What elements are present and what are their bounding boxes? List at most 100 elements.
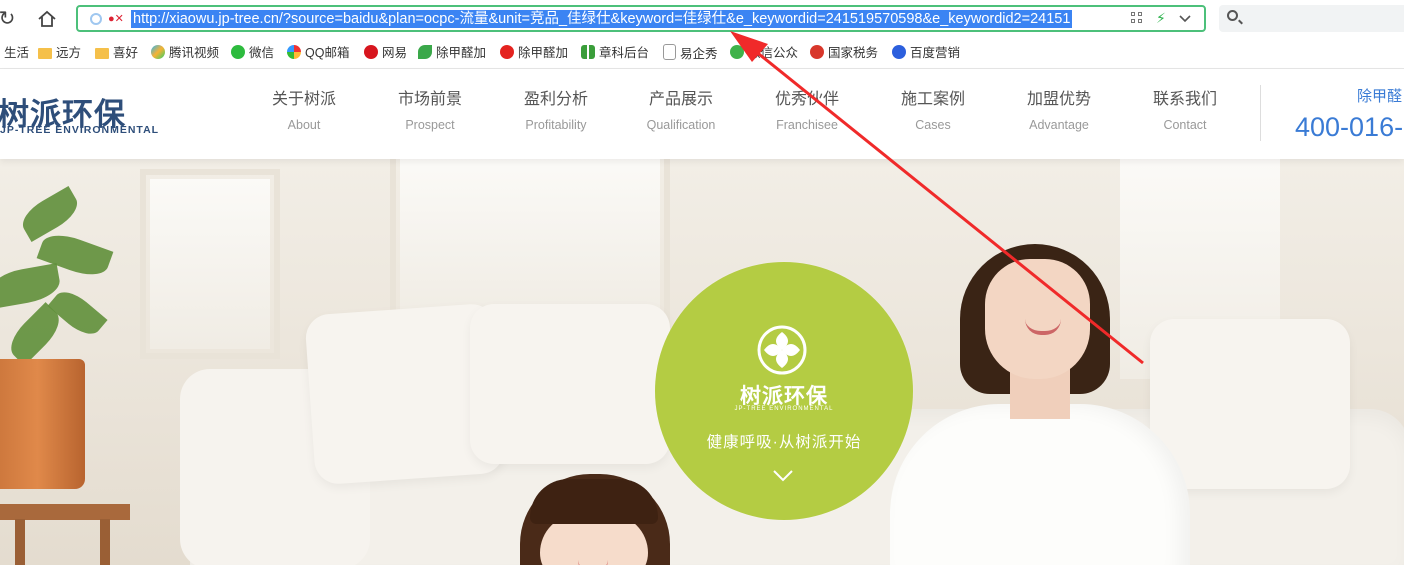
bookmark-item[interactable]: 微信 [231, 44, 274, 62]
plant-leaf [16, 186, 84, 242]
site-logo-subtitle: JP-TREE ENVIRONMENTAL [0, 124, 160, 136]
nav-advantage[interactable]: 加盟优势 Advantage [996, 89, 1122, 132]
nav-about[interactable]: 关于树派 About [241, 89, 367, 132]
site-header: 树派环保 JP-TREE ENVIRONMENTAL 关于树派 About 市场… [0, 69, 1404, 159]
bookmark-label: 网易 [382, 46, 408, 60]
brand-badge[interactable]: 树派环保 JP-TREE ENVIRONMENTAL 健康呼吸·从树派开始 [655, 262, 913, 520]
bookmark-label: 章科后台 [599, 46, 650, 60]
nav-label-cn: 加盟优势 [1026, 91, 1091, 108]
bookmark-item[interactable]: 生活 [4, 44, 29, 62]
wechat-icon [231, 45, 245, 59]
browser-toolbar: ↻ ●✕ http://xiaowu.jp-tree.cn/?source=ba… [0, 0, 1404, 38]
bookmark-item[interactable]: 国家税务 [810, 44, 878, 62]
bookmark-label: 除甲醛加 [436, 46, 487, 60]
nav-label-cn: 施工案例 [900, 91, 965, 108]
nav-profitability[interactable]: 盈利分析 Profitability [493, 89, 619, 132]
contact-label: 除甲醛 [1357, 88, 1403, 105]
security-icon[interactable] [90, 13, 102, 25]
bookmark-item[interactable]: 网易 [364, 44, 407, 62]
plant-pot [0, 359, 85, 489]
search-icon[interactable] [1227, 10, 1238, 21]
search-box[interactable] [1219, 5, 1404, 32]
nav-label-en: Advantage [1029, 118, 1089, 132]
folder-icon [95, 48, 109, 59]
nav-label-cn: 联系我们 [1152, 91, 1217, 108]
bookmark-item[interactable]: QQ邮箱 [287, 44, 349, 62]
bookmark-label: 远方 [56, 46, 82, 60]
qq-mail-icon [287, 45, 301, 59]
nav-label-cn: 产品展示 [648, 91, 713, 108]
bookmark-label: 微信公众 [748, 46, 799, 60]
page-icon [663, 44, 676, 60]
bookmark-label: 生活 [4, 46, 30, 60]
leaf-icon [418, 45, 432, 59]
nav-label-en: Qualification [646, 118, 716, 132]
c-logo-icon [500, 45, 514, 59]
bookmark-item[interactable]: 喜好 [95, 44, 138, 62]
side-table-leg [15, 519, 25, 565]
bookmark-label: 腾讯视频 [169, 46, 220, 60]
nav-label-cn: 盈利分析 [523, 91, 588, 108]
bookmark-label: 除甲醛加 [518, 46, 569, 60]
bookmark-label: 国家税务 [828, 46, 879, 60]
url-text[interactable]: http://xiaowu.jp-tree.cn/?source=baidu&p… [131, 10, 1073, 28]
bookmark-item[interactable]: 除甲醛加 [418, 44, 486, 62]
baidu-icon [892, 45, 906, 59]
girl-smile [578, 559, 608, 565]
bookmark-label: 百度营销 [910, 46, 961, 60]
qr-code-icon[interactable] [1131, 12, 1143, 24]
bookmark-label: 喜好 [113, 46, 139, 60]
bookmark-item[interactable]: 百度营销 [892, 44, 960, 62]
nav-products[interactable]: 产品展示 Qualification [618, 89, 744, 132]
bookmark-item[interactable]: 易企秀 [663, 44, 718, 62]
address-bar[interactable]: ●✕ http://xiaowu.jp-tree.cn/?source=baid… [76, 5, 1206, 32]
reload-icon[interactable]: ↻ [0, 8, 18, 30]
badge-slogan: 健康呼吸·从树派开始 [706, 434, 862, 451]
woman-body [890, 404, 1190, 565]
side-table [0, 504, 130, 520]
girl-bangs [530, 479, 658, 524]
bookmark-item[interactable]: 章科后台 [581, 44, 649, 62]
badge-brand-en: JP-TREE ENVIRONMENTAL [734, 406, 834, 412]
window-frame [140, 169, 280, 359]
bookmark-item[interactable]: 微信公众 [730, 44, 798, 62]
bookmark-item[interactable]: 远方 [38, 44, 81, 62]
wechat-mp-icon [730, 45, 744, 59]
clover-logo-icon [757, 325, 807, 375]
bookmark-label: 微信 [249, 46, 275, 60]
camera-blocked-icon[interactable]: ●✕ [108, 12, 124, 25]
nav-contact[interactable]: 联系我们 Contact [1122, 89, 1248, 132]
bookmark-label: 易企秀 [680, 47, 718, 61]
home-icon[interactable] [36, 8, 58, 30]
nav-label-en: Cases [915, 118, 951, 132]
nav-label-en: Prospect [405, 118, 455, 132]
chevron-down-icon[interactable] [1178, 8, 1192, 31]
nav-label-cn: 关于树派 [271, 91, 336, 108]
sofa-cushion [470, 304, 670, 464]
tax-emblem-icon [810, 45, 824, 59]
header-divider [1260, 85, 1261, 141]
nav-label-en: Franchisee [776, 118, 838, 132]
folder-icon [38, 48, 52, 59]
nav-label-cn: 优秀伙伴 [774, 91, 839, 108]
netease-icon [364, 45, 378, 59]
nav-label-cn: 市场前景 [397, 91, 462, 108]
grid-icon [581, 45, 595, 59]
nav-label-en: About [287, 118, 321, 132]
lightning-icon[interactable]: ⚡ [1156, 10, 1166, 27]
bookmarks-bar: 生活 远方 喜好 腾讯视频 微信 QQ邮箱 网易 除甲醛加 除甲醛加 章科后台 … [0, 38, 1404, 69]
nav-label-en: Profitability [525, 118, 587, 132]
nav-label-en: Contact [1163, 118, 1207, 132]
tencent-video-icon [151, 45, 165, 59]
nav-prospect[interactable]: 市场前景 Prospect [367, 89, 493, 132]
nav-franchisee[interactable]: 优秀伙伴 Franchisee [744, 89, 870, 132]
bookmark-item[interactable]: 腾讯视频 [151, 44, 219, 62]
bookmark-label: QQ邮箱 [305, 46, 350, 60]
hero-banner: 树派环保 JP-TREE ENVIRONMENTAL 健康呼吸·从树派开始 [0, 159, 1404, 565]
contact-phone[interactable]: 400-016- [1295, 112, 1403, 143]
sofa-cushion [1150, 319, 1350, 489]
side-table-leg [100, 519, 110, 565]
bookmark-item[interactable]: 除甲醛加 [500, 44, 568, 62]
chevron-down-icon[interactable] [772, 468, 794, 484]
nav-cases[interactable]: 施工案例 Cases [870, 89, 996, 132]
